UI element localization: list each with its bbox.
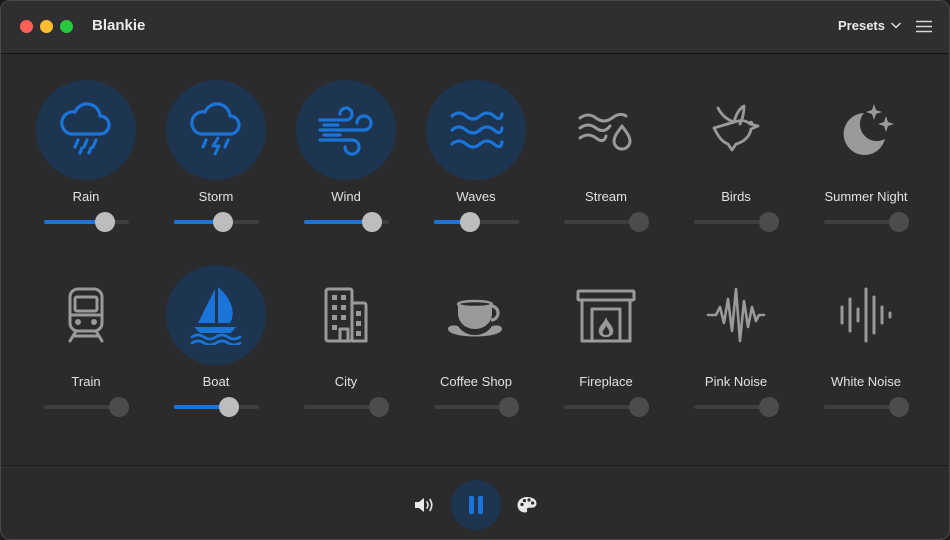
minimize-window-button[interactable] [40,20,53,33]
sound-tile-train[interactable]: Train [21,239,151,424]
sound-tile-rain[interactable]: Rain [21,54,151,239]
volume-button[interactable] [413,495,435,515]
slider-thumb[interactable] [213,212,234,232]
waveform-icon [836,285,896,345]
speaker-wave-icon [413,498,435,519]
slider-thumb[interactable] [758,397,779,417]
presets-label: Presets [838,18,885,33]
zoom-window-button[interactable] [60,20,73,33]
slider-thumb[interactable] [368,397,389,417]
slider-thumb[interactable] [459,212,480,232]
volume-slider-storm[interactable] [174,212,259,232]
slider-thumb[interactable] [888,212,909,232]
slider-thumb[interactable] [628,212,649,232]
sound-tile-coffee-shop[interactable]: Coffee Shop [411,239,541,424]
volume-slider-stream[interactable] [564,212,649,232]
sound-label: Storm [198,189,234,204]
building-icon [316,285,376,345]
app-title: Blankie [92,17,146,34]
sound-label: Birds [721,189,751,204]
volume-slider-wind[interactable] [304,212,389,232]
moon-stars-icon [836,100,896,160]
app-window: Blankie Presets Rain Storm Wind Waves Stream… [0,0,950,540]
presets-menu-button[interactable]: Presets [838,18,901,33]
wind-icon [316,100,376,160]
sound-tile-summer-night[interactable]: Summer Night [801,54,931,239]
sound-tile-white-noise[interactable]: White Noise [801,239,931,424]
cup-saucer-icon [446,285,506,345]
slider-thumb[interactable] [758,212,779,232]
water-waves-icon [446,100,506,160]
sound-tile-storm[interactable]: Storm [151,54,281,239]
volume-slider-coffee-shop[interactable] [434,397,519,417]
sound-label: Wind [331,189,361,204]
slider-thumb[interactable] [498,397,519,417]
play-pause-button[interactable] [451,480,501,530]
fireplace-icon [576,285,636,345]
volume-slider-boat[interactable] [174,397,259,417]
hamburger-icon [916,20,932,33]
sound-label: Rain [72,189,100,204]
sound-tile-waves[interactable]: Waves [411,54,541,239]
sound-label: Boat [202,374,230,389]
tram-icon [56,285,116,345]
waveform-path-icon [706,285,766,345]
volume-slider-white-noise[interactable] [824,397,909,417]
sound-label: Summer Night [824,189,908,204]
volume-slider-train[interactable] [44,397,129,417]
sound-tile-pink-noise[interactable]: Pink Noise [671,239,801,424]
volume-slider-city[interactable] [304,397,389,417]
slider-thumb[interactable] [108,397,129,417]
stream-drop-icon [576,100,636,160]
playback-bar [1,465,949,539]
title-bar: Blankie Presets [1,1,949,54]
sound-label: Coffee Shop [439,374,513,389]
chevron-down-icon [891,22,901,29]
sound-label: City [334,374,358,389]
cloud-bolt-rain-icon [186,100,246,160]
sound-label: Train [71,374,101,389]
slider-thumb[interactable] [95,212,116,232]
sound-grid: Rain Storm Wind Waves Stream Birds Summer Nigh… [21,54,931,464]
volume-slider-waves[interactable] [434,212,519,232]
slider-thumb[interactable] [628,397,649,417]
sound-tile-city[interactable]: City [281,239,411,424]
close-window-button[interactable] [20,20,33,33]
sound-tile-wind[interactable]: Wind [281,54,411,239]
volume-slider-summer-night[interactable] [824,212,909,232]
sound-label: White Noise [830,374,902,389]
sailboat-icon [186,285,246,345]
slider-thumb[interactable] [362,212,382,232]
sound-tile-boat[interactable]: Boat [151,239,281,424]
sound-label: Fireplace [579,374,633,389]
sound-label: Stream [585,189,627,204]
sound-tile-birds[interactable]: Birds [671,54,801,239]
volume-slider-pink-noise[interactable] [694,397,779,417]
bird-icon [706,100,766,160]
paint-palette-icon [516,497,538,519]
sound-tile-stream[interactable]: Stream [541,54,671,239]
cloud-rain-icon [56,100,116,160]
menu-button[interactable] [916,20,932,33]
sound-tile-fireplace[interactable]: Fireplace [541,239,671,424]
sound-label: Waves [456,189,496,204]
volume-slider-rain[interactable] [44,212,129,232]
slider-thumb[interactable] [219,397,240,417]
theme-button[interactable] [516,495,538,515]
sound-label: Pink Noise [704,374,768,389]
volume-slider-fireplace[interactable] [564,397,649,417]
slider-thumb[interactable] [888,397,909,417]
volume-slider-birds[interactable] [694,212,779,232]
